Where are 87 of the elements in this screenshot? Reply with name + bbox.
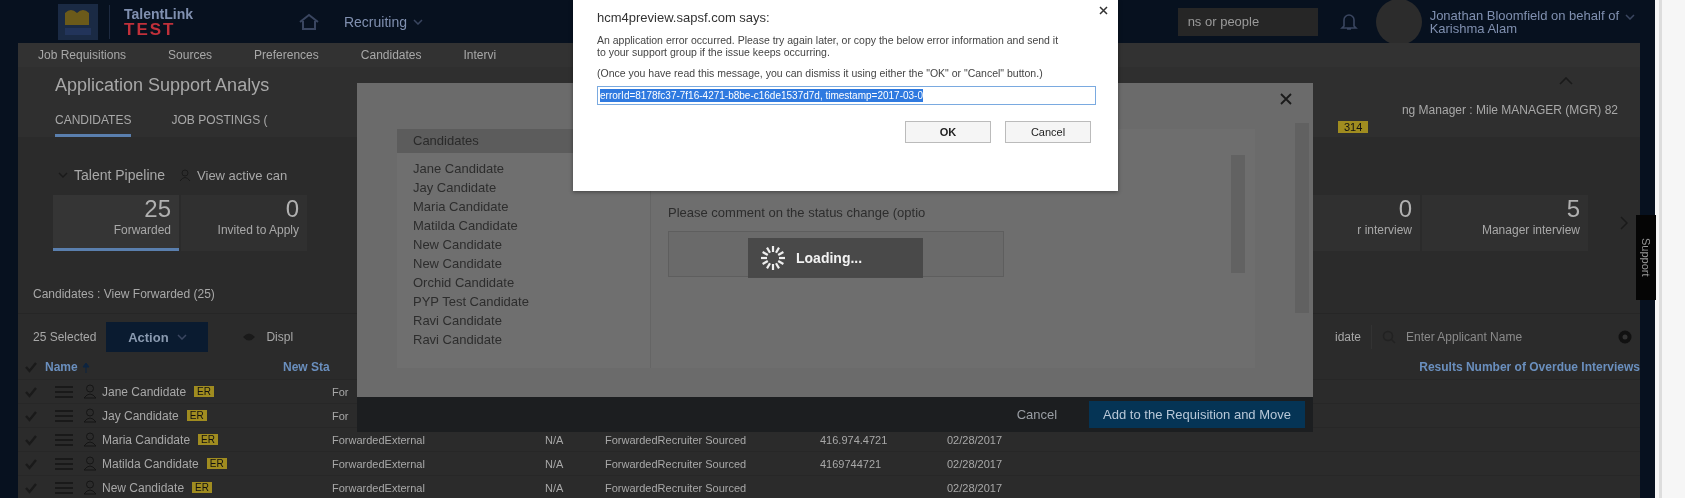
source-badge: ER (194, 386, 214, 397)
stage-count: 5 (1566, 195, 1580, 223)
cancel-button[interactable]: Cancel (1010, 406, 1064, 423)
section-title: Talent Pipeline (74, 167, 166, 183)
cancel-button[interactable]: Cancel (1005, 121, 1091, 143)
table-cell-text: 02/28/2017 (947, 457, 1004, 470)
comment-label: Please comment on the status change (optio (668, 204, 927, 221)
nav-item[interactable]: Job Requisitions (38, 48, 127, 62)
search-field[interactable]: ns or people (1177, 7, 1318, 36)
table-cell-text: N/A (545, 457, 565, 470)
source-badge: ER (186, 410, 207, 421)
support-tab[interactable]: Support (1636, 215, 1656, 300)
table-cell-text: ForwardedRecruiter Sourced (605, 481, 748, 494)
column-header[interactable]: Results Number of Overdue Interviews (1419, 360, 1640, 374)
candidate-name[interactable]: Matilda Candidate (102, 456, 199, 471)
settings-icon (1618, 330, 1632, 344)
stage-count: 25 (144, 195, 171, 223)
candidate-name[interactable]: New Candidate (102, 480, 185, 495)
nav-item[interactable]: Preferences (254, 48, 319, 62)
source-badge: ER (206, 458, 227, 469)
view-link[interactable]: View active can (197, 167, 288, 183)
table-cell-text: ForwardedExternal (332, 433, 426, 446)
user-name: Jonathan Bloomfield on behalf of (1429, 8, 1619, 22)
pipeline-stage[interactable]: 0 Invited to Apply (181, 195, 307, 251)
page-title: Application Support Analys (55, 75, 270, 97)
display-menu[interactable]: Displ (266, 330, 294, 344)
environment-label: TEST (124, 21, 177, 37)
source-badge: ER (192, 482, 212, 493)
brand-name: TalentLink (124, 6, 193, 22)
stage-count: 0 (285, 195, 299, 223)
dialog-message: An application error occurred. Please try again later, or copy the below error information and send it to your support group if the issue keeps occurring. (597, 34, 1060, 58)
stage-count: 0 (1398, 195, 1412, 223)
user-name: Karishma Alam (1429, 21, 1519, 35)
column-header[interactable]: Name (45, 360, 275, 374)
confirm-button[interactable]: Add to the Requisition and Move (1089, 401, 1305, 428)
applicant-search-field[interactable]: Enter Applicant Name (1404, 329, 1608, 345)
home-icon (297, 12, 320, 31)
chevron-down-icon (1625, 13, 1635, 20)
requisition-info: ng Manager : Mile MANAGER (MGR) 82 (1401, 103, 1618, 117)
bell-icon (1339, 11, 1358, 32)
candidate-name[interactable]: Jane Candidate (102, 384, 187, 399)
sort-up-icon (81, 361, 90, 373)
table-cell-text: ForwardedExternal (332, 481, 426, 494)
table-cell-text: 02/28/2017 (947, 433, 1004, 446)
loading-text: Loading... (796, 250, 863, 266)
table-cell-text: 4169744721 (820, 457, 883, 470)
table-cell-text: N/A (545, 433, 565, 446)
nav-item[interactable]: Candidates (360, 48, 422, 62)
table-cell-text: ForwardedRecruiter Sourced (605, 433, 748, 446)
tab[interactable]: CANDIDATES (55, 113, 132, 137)
dialog-title: hcm4preview.sapsf.com says: (597, 10, 771, 25)
table-cell-text: N/A (545, 481, 565, 494)
filter-label: idate (1334, 330, 1361, 344)
column-header[interactable]: New Sta (283, 360, 330, 374)
chevron-down-icon (176, 334, 187, 340)
module-label: Recruiting (343, 13, 407, 30)
stage-label: r interview (1357, 223, 1412, 237)
nav-item[interactable]: Intervi (463, 48, 497, 62)
spinner-icon (760, 245, 786, 271)
selected-count: 25 Selected (33, 330, 97, 344)
tab[interactable]: JOB POSTINGS ( (171, 113, 268, 137)
candidate-name[interactable]: Jay Candidate (102, 408, 179, 423)
table-cell-text: For (332, 385, 350, 398)
dialog-note: (Once you have read this message, you can dismiss it using either the "OK" or "Cancel" button.) (597, 67, 1044, 79)
table-cell-text: ForwardedRecruiter Sourced (605, 457, 748, 470)
source-badge: ER (198, 434, 218, 445)
table-cell-text: 02/28/2017 (947, 481, 1004, 494)
stage-label: Manager interview (1481, 223, 1580, 237)
chevron-down-icon (413, 18, 423, 25)
nav-item[interactable]: Sources (168, 48, 213, 62)
pipeline-stage[interactable]: 25 Forwarded (53, 195, 179, 251)
logo-icon (57, 2, 99, 41)
stage-label: Invited to Apply (217, 223, 299, 237)
pipeline-stage[interactable]: 5 Manager interview (1422, 195, 1588, 251)
table-cell-text: For (332, 409, 350, 422)
action-button[interactable]: Action (106, 322, 209, 352)
close-icon (1099, 6, 1108, 15)
error-info-field[interactable]: errorId=8178fc37-7f16-4271-b8be-c16de1537d7d, timestamp=2017-03-0 (597, 86, 1096, 105)
candidate-name[interactable]: Maria Candidate (102, 432, 191, 447)
table-cell-text: 416.974.4721 (820, 433, 889, 446)
ok-button[interactable]: OK (905, 121, 991, 143)
user-menu[interactable]: Jonathan Bloomfield on behalf of Karishma Alam (1429, 8, 1619, 35)
stage-label: Forwarded (113, 223, 171, 237)
table-cell-text: ForwardedExternal (332, 457, 426, 470)
module-menu[interactable]: Recruiting (343, 13, 423, 30)
count-badge: 314 (1338, 121, 1369, 133)
close-icon (1280, 93, 1292, 105)
